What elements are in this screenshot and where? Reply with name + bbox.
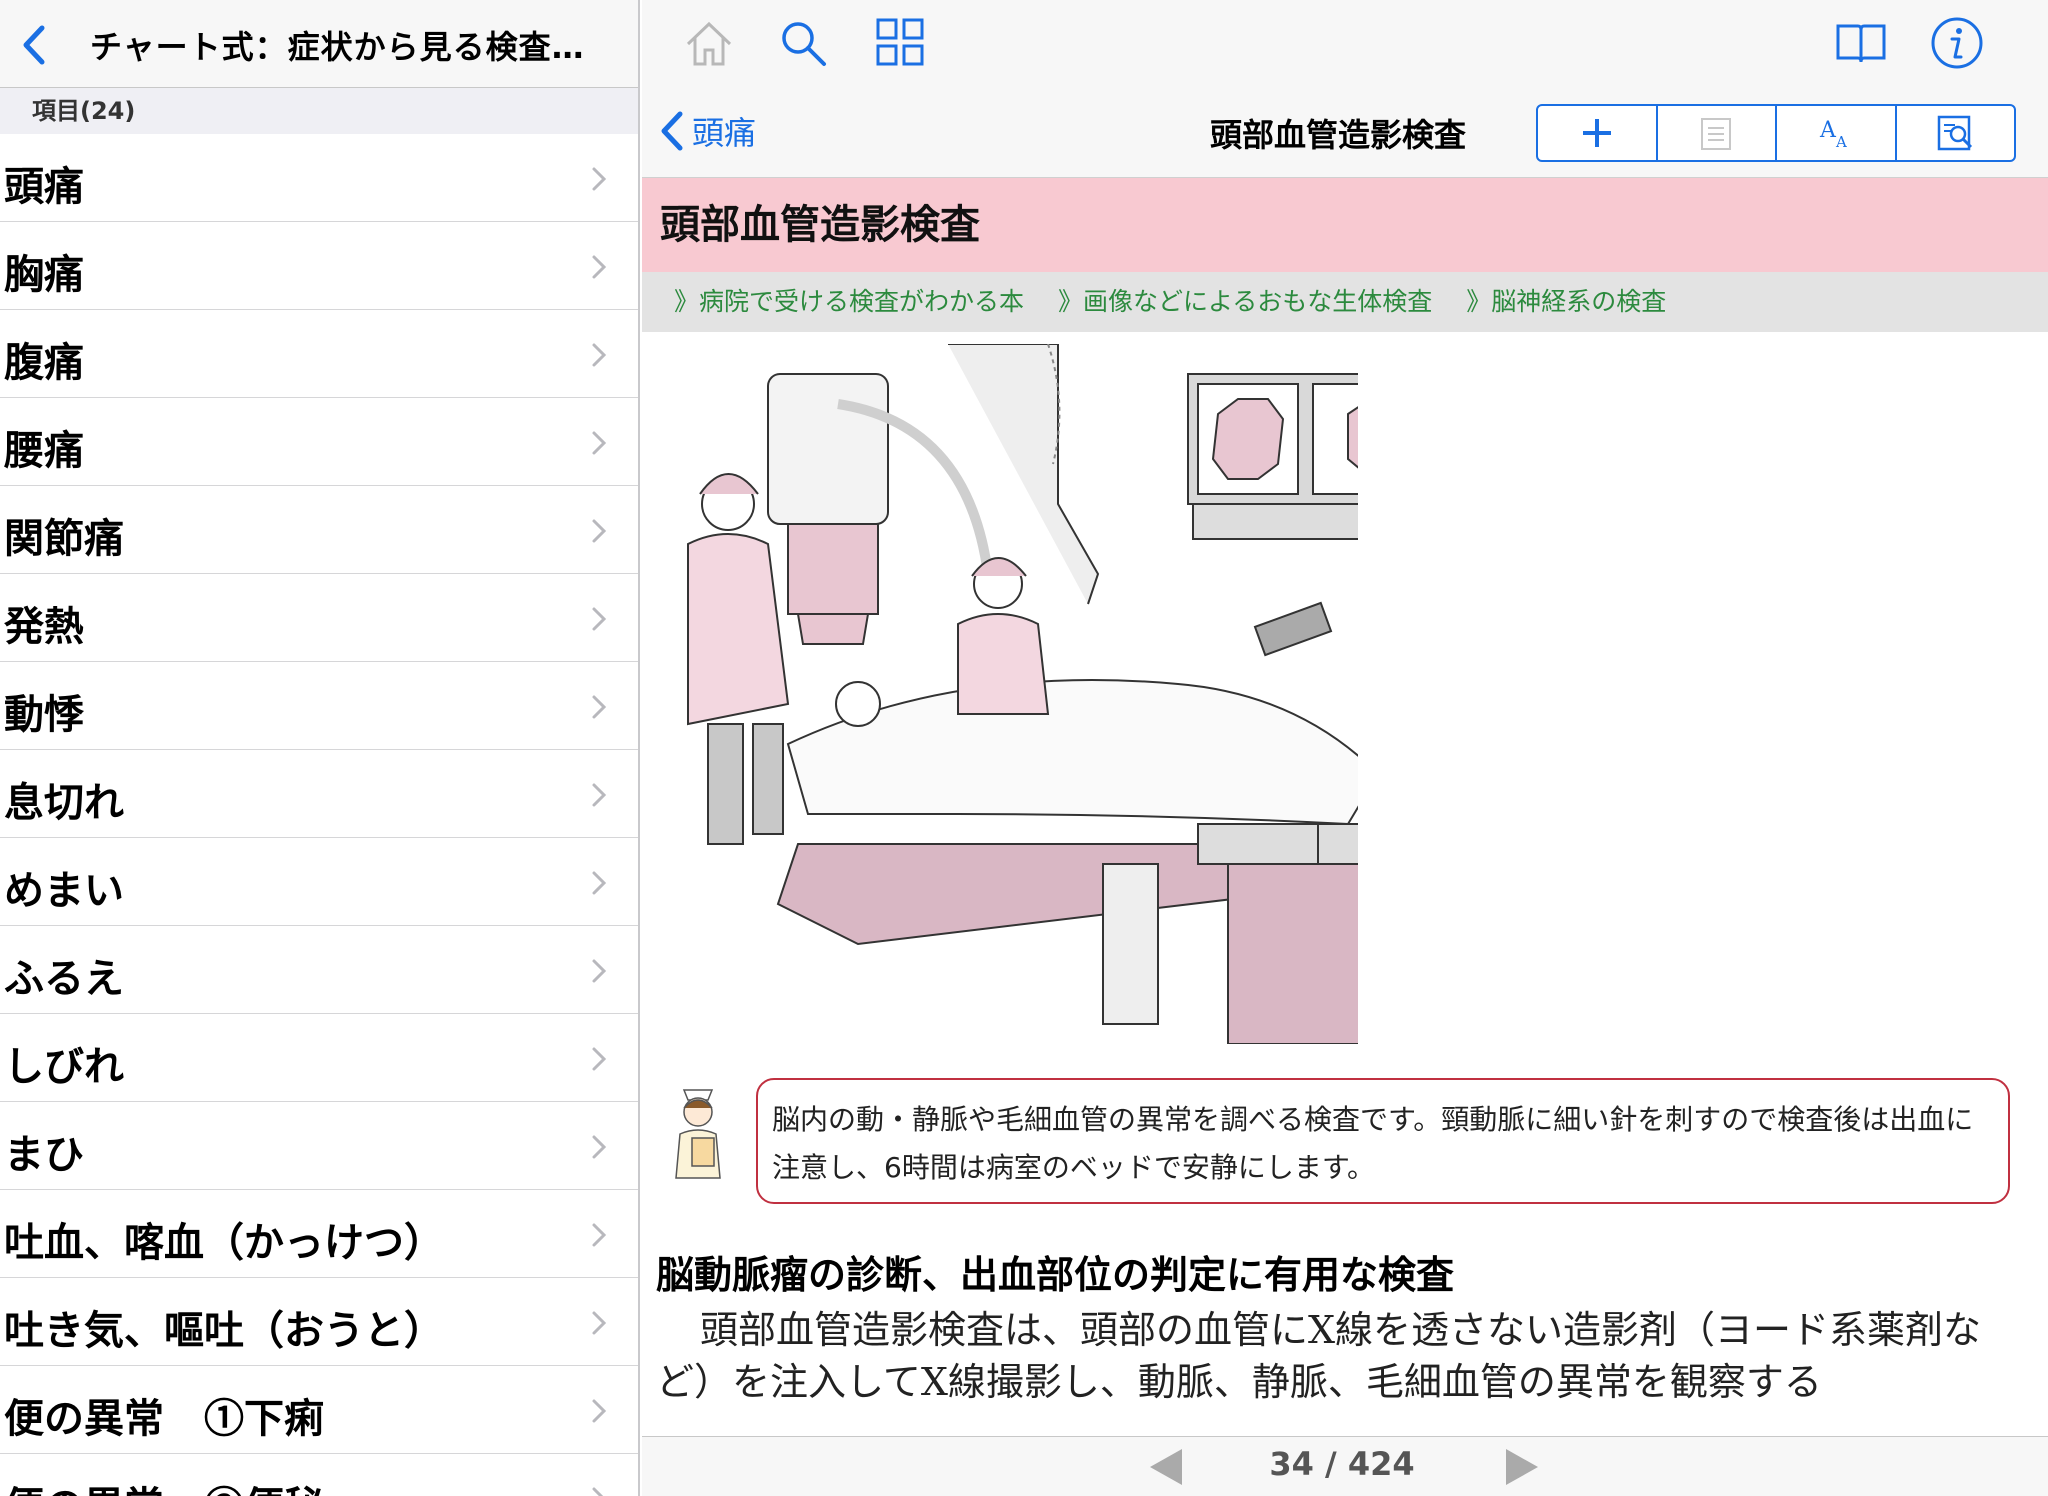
list-item-label: まひ <box>4 1131 84 1178</box>
note-button[interactable] <box>1658 106 1777 160</box>
book-icon[interactable] <box>1832 14 1890 72</box>
previous-page-icon[interactable] <box>1146 1447 1186 1487</box>
list-item-label: しびれ <box>4 1043 124 1090</box>
nurse-note-callout: 脳内の動・静脈や毛細血管の異常を調べる検査です。頸動脈に細い針を刺すので検査後は… <box>756 1078 2010 1204</box>
list-item[interactable]: 腰痛 <box>0 398 638 486</box>
back-button[interactable]: 頭痛 <box>656 106 756 156</box>
svg-text:A: A <box>1819 118 1837 143</box>
list-item-label: 発熱 <box>4 603 84 650</box>
list-item[interactable]: 頭痛 <box>0 134 638 222</box>
body-paragraph: 頭部血管造影検査は、頭部の血管にX線を透さない造影剤（ヨード系薬剤など）を注入し… <box>656 1308 1982 1404</box>
breadcrumb-link-book[interactable]: 》病院で受ける検査がわかる本 <box>674 287 1024 316</box>
section-heading: 脳動脈瘤の診断、出血部位の判定に有用な検査 <box>656 1253 1455 1297</box>
list-item[interactable]: ふるえ <box>0 926 638 1014</box>
detail-pane: 頭痛 頭部血管造影検査 A A 頭部血管造影検査 》病院で受ける検査がわかる本 … <box>642 0 2048 1496</box>
list-item[interactable]: 吐血、喀血（かっけつ） <box>0 1190 638 1278</box>
font-size-icon: A A <box>1819 118 1847 151</box>
chevron-right-icon <box>592 871 607 895</box>
nurse-avatar-icon <box>675 1089 721 1179</box>
search-doc-icon <box>1938 115 1973 151</box>
list-item[interactable]: 胸痛 <box>0 222 638 310</box>
list-item-label: 腰痛 <box>4 427 84 474</box>
list-item-label: 息切れ <box>4 779 124 826</box>
svg-text:A: A <box>1835 133 1847 151</box>
breadcrumb-link-imaging[interactable]: 》画像などによるおもな生体検査 <box>1058 287 1432 316</box>
plus-icon <box>1582 119 1611 147</box>
add-bookmark-button[interactable] <box>1538 106 1658 160</box>
search-in-document-button[interactable] <box>1897 106 2015 160</box>
sidebar-nav-bar: チャート式：症状から見る検査… <box>0 0 638 88</box>
chevron-right-icon <box>592 431 607 455</box>
chevron-right-icon <box>592 519 607 543</box>
next-page-icon[interactable] <box>1502 1447 1542 1487</box>
chevron-right-icon <box>592 167 607 191</box>
list-item-label: 動悸 <box>4 691 84 738</box>
sidebar: チャート式：症状から見る検査… 項目(24) 頭痛胸痛腹痛腰痛関節痛発熱動悸息切… <box>0 0 640 1496</box>
chevron-right-icon <box>592 343 607 367</box>
chevron-right-icon <box>592 1487 604 1496</box>
list-item[interactable]: まひ <box>0 1102 638 1190</box>
search-icon[interactable] <box>774 14 832 72</box>
list-item-label: 頭痛 <box>4 163 84 210</box>
list-item[interactable]: 便の異常 ②便秘 <box>0 1454 638 1496</box>
back-chevron-icon <box>661 111 683 151</box>
page-indicator: 34 / 424 <box>1269 1445 1415 1483</box>
top-toolbar <box>642 0 2048 88</box>
chevron-right-icon <box>592 1223 607 1247</box>
article-title: 頭部血管造影検査 <box>642 178 2048 272</box>
breadcrumb-link-neuro[interactable]: 》脳神経系の検査 <box>1466 287 1666 316</box>
chevron-right-icon <box>592 255 607 279</box>
list-item-label: 関節痛 <box>4 515 124 562</box>
list-item-label: ふるえ <box>4 955 124 1002</box>
segmented-control: A A <box>1536 104 2016 162</box>
article-content: 頭部血管造影検査 》病院で受ける検査がわかる本 》画像などによるおもな生体検査 … <box>642 178 2048 1436</box>
list-item[interactable]: 動悸 <box>0 662 638 750</box>
list-item-label: めまい <box>4 867 124 914</box>
chevron-right-icon <box>592 607 607 631</box>
list-item-label: 胸痛 <box>4 251 84 298</box>
back-chevron-icon[interactable] <box>12 20 62 70</box>
page-title: 頭部血管造影検査 <box>1210 116 1467 154</box>
grid-icon[interactable] <box>872 14 930 72</box>
list-item-label: 吐血、喀血（かっけつ） <box>4 1219 444 1266</box>
symptom-list: 頭痛胸痛腹痛腰痛関節痛発熱動悸息切れめまいふるえしびれまひ吐血、喀血（かっけつ）… <box>0 134 638 1496</box>
breadcrumb: 》病院で受ける検査がわかる本 》画像などによるおもな生体検査 》脳神経系の検査 <box>642 272 2048 332</box>
font-size-button[interactable]: A A <box>1777 106 1897 160</box>
chevron-right-icon <box>592 959 607 983</box>
list-item[interactable]: 腹痛 <box>0 310 638 398</box>
list-item-label: 腹痛 <box>4 339 84 386</box>
detail-nav-bar: 頭痛 頭部血管造影検査 A A <box>642 88 2048 178</box>
chevron-right-icon <box>592 1135 607 1159</box>
chevron-right-icon <box>592 783 607 807</box>
list-item[interactable]: 関節痛 <box>0 486 638 574</box>
chevron-right-icon <box>592 695 607 719</box>
section-header: 項目(24) <box>0 88 638 134</box>
back-button-label: 頭痛 <box>692 114 757 152</box>
angiography-illustration <box>687 344 1358 1044</box>
list-item[interactable]: めまい <box>0 838 638 926</box>
list-item[interactable]: しびれ <box>0 1014 638 1102</box>
chevron-right-icon <box>592 1311 607 1335</box>
list-item[interactable]: 息切れ <box>0 750 638 838</box>
note-icon <box>1701 118 1732 150</box>
list-item-label: 便の異常 ①下痢 <box>4 1395 324 1442</box>
home-icon[interactable] <box>680 14 738 72</box>
list-item[interactable]: 便の異常 ①下痢 <box>0 1366 638 1454</box>
list-item[interactable]: 吐き気、嘔吐（おうと） <box>0 1278 638 1366</box>
info-icon[interactable] <box>1928 14 1986 72</box>
list-item[interactable]: 発熱 <box>0 574 638 662</box>
page-navigator: 34 / 424 <box>642 1436 2048 1496</box>
list-item-label: 吐き気、嘔吐（おうと） <box>4 1307 444 1354</box>
list-item-label: 便の異常 ②便秘 <box>4 1474 324 1496</box>
sidebar-title: チャート式：症状から見る検査… <box>90 28 585 66</box>
chevron-right-icon <box>592 1047 607 1071</box>
chevron-right-icon <box>592 1399 607 1423</box>
